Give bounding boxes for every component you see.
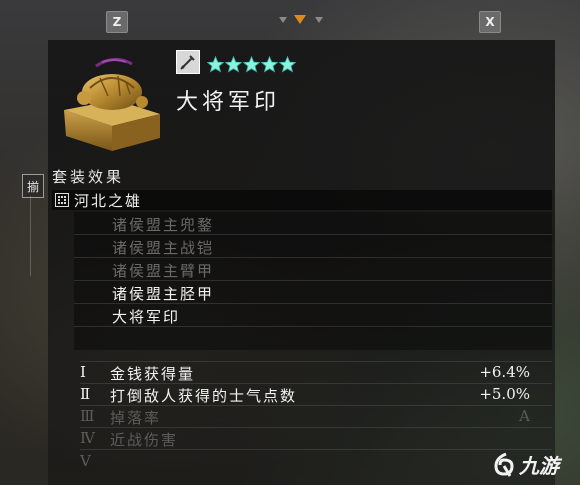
- sword-icon: [180, 55, 195, 70]
- stat-row-1: Ⅰ 金钱获得量 +6.4%: [80, 361, 552, 383]
- star-icon: [243, 56, 260, 73]
- stat-label: 掉落率: [110, 409, 162, 427]
- star-icon: [261, 56, 278, 73]
- watermark-text: 九游: [519, 454, 559, 478]
- set-piece-bracers: 诸侯盟主臂甲: [112, 262, 215, 280]
- stat-number: Ⅳ: [80, 429, 95, 447]
- item-name: 大将军印: [176, 90, 281, 115]
- weapon-type-badge: [176, 50, 200, 74]
- set-piece-greaves: 诸侯盟主胫甲: [112, 285, 215, 303]
- stat-number: Ⅲ: [80, 407, 95, 425]
- set-name-row: 河北之雄: [52, 190, 552, 210]
- star-icon: [225, 56, 242, 73]
- nine-game-logo-icon: [494, 452, 514, 477]
- stat-label: 金钱获得量: [110, 365, 196, 383]
- set-piece-armor: 诸侯盟主战铠: [112, 239, 215, 257]
- stat-value: +5.0%: [479, 385, 530, 403]
- stat-row-5: Ⅴ: [80, 450, 552, 472]
- stat-label: 近战伤害: [110, 431, 179, 449]
- star-icon: [207, 56, 224, 73]
- page-indicator-3[interactable]: [315, 17, 323, 23]
- side-divider: [30, 196, 31, 276]
- page-indicator-1[interactable]: [279, 17, 287, 23]
- top-nav-bar: Z X: [0, 0, 580, 38]
- set-effect-title: 套装效果: [52, 168, 125, 186]
- stat-row-4: Ⅳ 近战伤害: [80, 427, 552, 449]
- next-key-button[interactable]: X: [479, 11, 501, 33]
- stat-row-2: Ⅱ 打倒敌人获得的士气点数 +5.0%: [80, 383, 552, 405]
- page-indicator-2-active[interactable]: [294, 15, 306, 24]
- stat-number: Ⅱ: [80, 385, 91, 403]
- set-piece-helmet: 诸侯盟主兜鍪: [112, 216, 215, 234]
- stat-value: A: [519, 407, 530, 425]
- star-icon: [279, 56, 296, 73]
- prev-key-button[interactable]: Z: [106, 11, 128, 33]
- stat-label: 打倒敌人获得的士气点数: [110, 387, 298, 405]
- stat-number: Ⅰ: [80, 363, 86, 381]
- grid-icon: [55, 193, 69, 207]
- set-piece-seal: 大将军印: [112, 308, 181, 326]
- turtle-seal-image: [64, 58, 160, 151]
- stat-number: Ⅴ: [80, 452, 91, 470]
- set-name: 河北之雄: [74, 191, 143, 210]
- watermark: 九游: [492, 450, 559, 479]
- set-side-tab[interactable]: 揃: [22, 174, 44, 198]
- stat-value: +6.4%: [479, 363, 530, 381]
- rarity-stars: [207, 56, 296, 73]
- stat-row-3: Ⅲ 掉落率 A: [80, 405, 552, 427]
